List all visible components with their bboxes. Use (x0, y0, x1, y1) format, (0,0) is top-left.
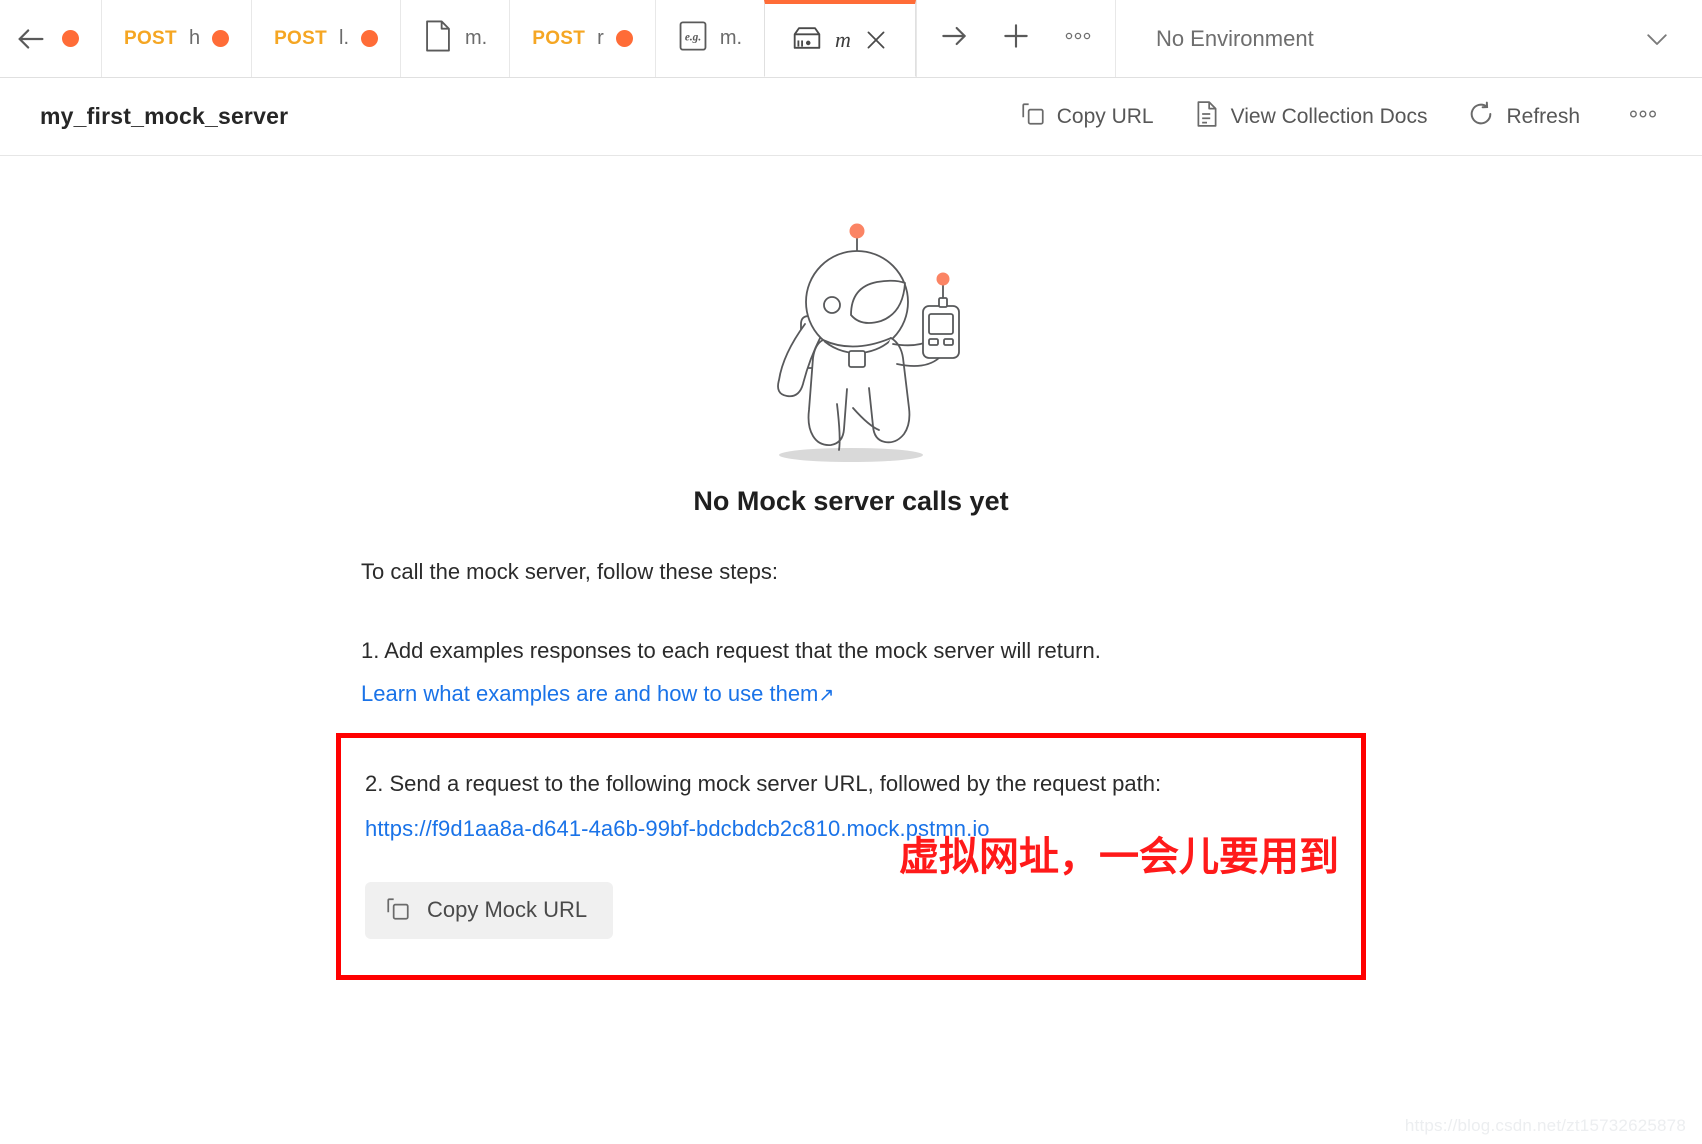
tab-method-label: POST (274, 27, 327, 49)
tab-item[interactable]: POST r (509, 0, 655, 77)
collection-icon (423, 19, 453, 58)
learn-examples-link-label: Learn what examples are and how to use t… (361, 680, 819, 706)
tab-bar: POST h POST l. m. POST r e.g. m. m No En… (0, 0, 1702, 78)
tab-method-label: POST (532, 27, 586, 49)
svg-text:e.g.: e.g. (685, 32, 701, 44)
view-collection-docs-label: View Collection Docs (1230, 104, 1428, 128)
refresh-label: Refresh (1506, 104, 1580, 128)
close-icon[interactable] (863, 27, 889, 53)
arrow-left-icon (14, 22, 48, 56)
page-title: my_first_mock_server (40, 103, 289, 129)
refresh-icon (1467, 100, 1495, 133)
copy-mock-url-button[interactable]: Copy Mock URL (365, 881, 614, 939)
step-two-text: 2. Send a request to the following mock … (365, 770, 1162, 796)
copy-url-button[interactable]: Copy URL (1020, 101, 1154, 132)
document-icon (1194, 100, 1220, 133)
mock-server-empty-state: No Mock server calls yet To call the moc… (0, 156, 1702, 1144)
ellipsis-icon (1626, 105, 1660, 128)
copy-icon (385, 896, 411, 925)
unsaved-dot-icon (615, 30, 633, 47)
chevron-down-icon[interactable] (1642, 24, 1672, 54)
annotation-text: 虚拟网址，一会儿要用到 (899, 833, 1339, 880)
back-button[interactable] (0, 0, 62, 77)
arrow-right-icon (938, 20, 970, 57)
postman-window: POST h POST l. m. POST r e.g. m. m No En… (0, 0, 1702, 1144)
external-link-arrow-icon: ↗ (818, 684, 835, 706)
steps-container: To call the mock server, follow these st… (336, 559, 1366, 980)
step-one-block: 1. Add examples responses to each reques… (336, 635, 1366, 707)
tab-item-active-mock-server[interactable]: m (764, 0, 916, 77)
tab-title-label: h (188, 27, 201, 49)
empty-state-title: No Mock server calls yet (693, 486, 1009, 516)
unsaved-dot-icon (212, 30, 230, 47)
tab-title-label: m (835, 27, 851, 52)
plus-icon (1000, 20, 1032, 57)
header-more-button[interactable] (1626, 105, 1660, 128)
step-one-text: 1. Add examples responses to each reques… (361, 638, 1101, 663)
tab-item[interactable] (62, 0, 101, 77)
tab-method-label: POST (124, 27, 177, 49)
new-tab-button[interactable] (985, 0, 1047, 77)
tab-item[interactable]: m. (400, 0, 510, 77)
copy-mock-url-label: Copy Mock URL (427, 897, 588, 923)
tab-title-label: m. (719, 27, 743, 49)
step-two-highlighted-block: 2. Send a request to the following mock … (336, 732, 1366, 980)
tab-item[interactable]: POST l. (251, 0, 400, 77)
astronaut-with-radio-illustration (701, 218, 1001, 468)
watermark-text: https://blog.csdn.net/zt15732625878 (1404, 1116, 1686, 1135)
environment-selector[interactable]: No Environment (1116, 0, 1702, 77)
learn-examples-link[interactable]: Learn what examples are and how to use t… (361, 681, 834, 707)
ellipsis-icon (1062, 27, 1094, 50)
copy-icon (1020, 101, 1046, 132)
unsaved-dot-icon (62, 30, 79, 47)
view-collection-docs-button[interactable]: View Collection Docs (1194, 100, 1428, 133)
tab-actions-group (915, 0, 1116, 77)
header-actions-group: Copy URL View Collection Docs Refresh (1020, 100, 1660, 133)
example-icon: e.g. (678, 19, 708, 58)
tab-title-label: l. (339, 27, 349, 49)
unsaved-dot-icon (361, 30, 378, 47)
forward-arrow-button[interactable] (923, 0, 985, 77)
copy-url-label: Copy URL (1056, 104, 1154, 128)
steps-intro-text: To call the mock server, follow these st… (361, 559, 778, 584)
mock-server-icon (791, 22, 823, 59)
tab-item[interactable]: POST h (101, 0, 252, 77)
refresh-button[interactable]: Refresh (1467, 100, 1580, 133)
mock-server-header: my_first_mock_server Copy URL View Colle… (0, 78, 1702, 156)
tab-item[interactable]: e.g. m. (654, 0, 765, 77)
tab-more-button[interactable] (1047, 0, 1109, 77)
tab-title-label: r (597, 27, 604, 49)
tab-title-label: m. (465, 27, 488, 49)
environment-selected-label: No Environment (1155, 25, 1314, 51)
